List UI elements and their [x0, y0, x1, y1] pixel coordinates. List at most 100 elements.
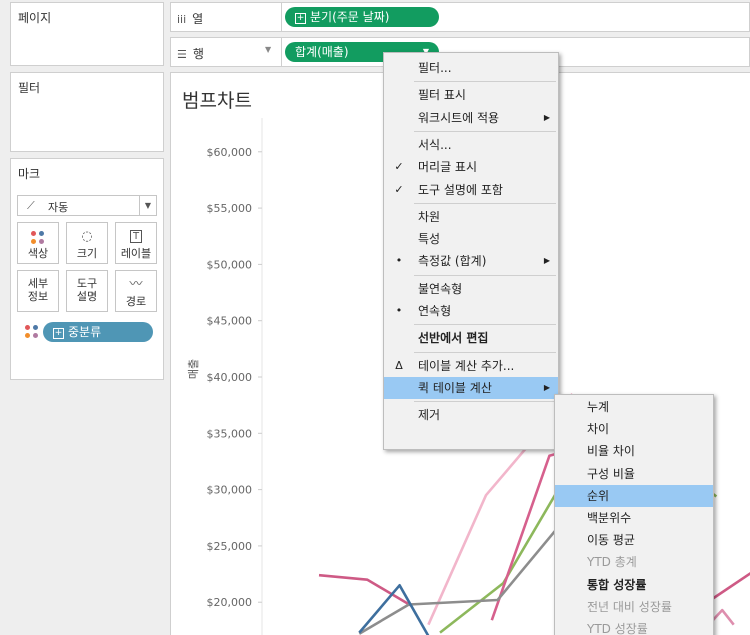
columns-shelf[interactable]: iii 열 + 분기(주문 날짜) — [170, 2, 750, 32]
quick-calc-item[interactable]: 구성 비율 — [555, 463, 713, 485]
menu-separator — [414, 324, 556, 326]
context-menu-item-label: 선반에서 편집 — [418, 331, 489, 346]
quarter-order-date-pill[interactable]: + 분기(주문 날짜) — [285, 7, 439, 27]
context-menu-item[interactable]: 퀵 테이블 계산 ▶ — [384, 376, 558, 399]
path-button-label: 경로 — [125, 295, 147, 308]
quick-calc-item: 전년 대비 성장률 — [555, 596, 713, 618]
context-menu-item-label: 제거 — [418, 408, 441, 423]
submenu-arrow-icon: ▶ — [543, 256, 550, 266]
mark-type-dropdown[interactable]: ⟋ 자동 ▼ — [17, 195, 157, 216]
path-button[interactable]: 〰 경로 — [115, 270, 157, 312]
quick-calc-item-label: 누계 — [587, 400, 610, 414]
quick-calc-item-label: 이동 평균 — [587, 533, 635, 548]
quick-calc-item[interactable]: 순위 — [555, 484, 713, 507]
quick-calc-item[interactable]: 차이 — [555, 418, 713, 440]
color-button[interactable]: 색상 — [17, 222, 59, 264]
series-line-0[interactable] — [318, 573, 412, 607]
filters-card[interactable]: 필터 — [10, 72, 164, 152]
size-icon: ◌ — [81, 229, 93, 244]
color-field-icon — [25, 325, 39, 339]
y-tick-label: $35,000 — [207, 427, 253, 440]
delta-icon: Δ — [395, 358, 403, 372]
context-menu-item[interactable]: 필터... — [384, 57, 558, 79]
context-menu-item[interactable]: 차원 — [384, 206, 558, 228]
expand-plus-icon[interactable]: + — [53, 328, 64, 339]
quick-calc-item-label: 비율 차이 — [587, 444, 635, 459]
context-menu-item[interactable]: 서식... — [384, 134, 558, 156]
quick-calc-item: YTD 성장률 — [555, 618, 713, 635]
series-line-8[interactable] — [709, 572, 750, 602]
quick-calc-item[interactable]: 이동 평균 — [555, 529, 713, 551]
context-menu-item-label: 퀵 테이블 계산 — [418, 380, 492, 395]
y-tick-label: $55,000 — [207, 202, 253, 215]
context-menu-item[interactable]: 선반에서 편집 — [384, 327, 558, 349]
context-menu-item[interactable]: 워크시트에 적용 ▶ — [384, 107, 558, 129]
quick-calc-item-label: YTD 총계 — [587, 555, 637, 570]
context-menu-item[interactable]: • 측정값 (합계) ▶ — [384, 250, 558, 272]
tooltip-button[interactable]: 도구 설명 — [66, 270, 108, 312]
context-menu-item[interactable]: • 연속형 — [384, 300, 558, 322]
menu-separator — [414, 130, 556, 132]
context-menu-item-label: 연속형 — [418, 304, 452, 318]
context-menu-item[interactable]: Δ 테이블 계산 추가... — [384, 355, 558, 377]
quick-calc-item-label: 전년 대비 성장률 — [587, 599, 672, 614]
label-button[interactable]: T 레이블 — [115, 222, 157, 264]
context-menu-item-label: 불연속형 — [418, 281, 463, 296]
pages-card[interactable]: 페이지 — [10, 2, 164, 66]
quick-calc-item[interactable]: 비율 차이 — [555, 440, 713, 462]
detail-button[interactable]: 세부 정보 — [17, 270, 59, 312]
shelf-divider — [281, 3, 282, 31]
y-tick-label: $45,000 — [207, 315, 253, 328]
quick-calc-item-label: 통합 성장률 — [587, 577, 647, 592]
context-menu-item[interactable]: ✓ 도구 설명에 포함 — [384, 179, 558, 201]
y-tick-label: $50,000 — [207, 258, 253, 271]
context-menu-item-label: 차원 — [418, 209, 441, 224]
checkmark-icon: ✓ — [394, 160, 404, 174]
context-menu-item-label: 워크시트에 적용 — [418, 110, 500, 125]
quick-calc-item[interactable]: 누계 — [555, 396, 713, 418]
y-axis-label: 매출 — [187, 359, 200, 379]
size-button-label: 크기 — [76, 247, 98, 260]
context-menu-item-label: 테이블 계산 추가... — [418, 358, 515, 373]
context-menu-item-label: 서식... — [418, 137, 452, 152]
category-field-pill[interactable]: + 중분류 — [43, 322, 153, 342]
size-button[interactable]: ◌ 크기 — [66, 222, 108, 264]
category-field-label: 중분류 — [68, 325, 102, 339]
context-menu-item-label: 측정값 (합계) — [418, 254, 487, 269]
path-icon: 〰 — [129, 277, 143, 292]
columns-shelf-label: iii 열 — [177, 12, 204, 26]
menu-separator — [414, 401, 556, 403]
context-menu-item[interactable]: 제거 — [384, 404, 558, 426]
submenu-arrow-icon: ▶ — [543, 112, 550, 122]
menu-separator — [414, 274, 556, 276]
chevron-down-icon[interactable]: ▼ — [139, 196, 156, 215]
context-menu-item-label: 도구 설명에 포함 — [418, 182, 503, 197]
quick-calc-item-label: 백분위수 — [587, 511, 632, 525]
filters-card-title: 필터 — [18, 81, 41, 95]
context-menu-item[interactable]: ✓ 머리글 표시 — [384, 156, 558, 178]
shelf-divider — [281, 38, 282, 66]
label-button-label: 레이블 — [120, 247, 152, 260]
chevron-down-icon[interactable]: ▼ — [265, 45, 271, 54]
detail-button-label: 세부 정보 — [27, 277, 49, 303]
context-menu-item[interactable]: 특성 — [384, 228, 558, 250]
sum-sales-label: 합계(매출) — [295, 45, 349, 59]
quick-calc-item-label: 차이 — [587, 422, 610, 437]
quick-calc-item[interactable]: 백분위수 — [555, 507, 713, 529]
y-tick-label: $60,000 — [207, 146, 253, 159]
context-menu-item[interactable]: 불연속형 — [384, 278, 558, 300]
checkmark-icon: ✓ — [394, 182, 404, 196]
context-menu-item-label: 필터... — [418, 61, 452, 75]
rows-shelf-label: ☰ 행 — [177, 47, 204, 61]
expand-plus-icon[interactable]: + — [295, 13, 306, 24]
quick-calc-item: YTD 총계 — [555, 551, 713, 573]
context-menu-item-label: 머리글 표시 — [418, 160, 478, 175]
color-dots-icon — [18, 227, 58, 247]
pages-card-title: 페이지 — [18, 11, 52, 25]
context-menu-item[interactable]: 필터 표시 — [384, 84, 558, 106]
quick-calc-item-label: YTD 성장률 — [587, 622, 648, 635]
quick-calc-item[interactable]: 통합 성장률 — [555, 574, 713, 596]
quick-calc-item-label: 순위 — [587, 488, 610, 503]
marks-card: 마크 ⟋ 자동 ▼ 색상 ◌ 크기 T 레이블 세부 정보 도구 설명 〰 경로 — [10, 158, 164, 380]
bullet-icon: • — [395, 254, 403, 268]
